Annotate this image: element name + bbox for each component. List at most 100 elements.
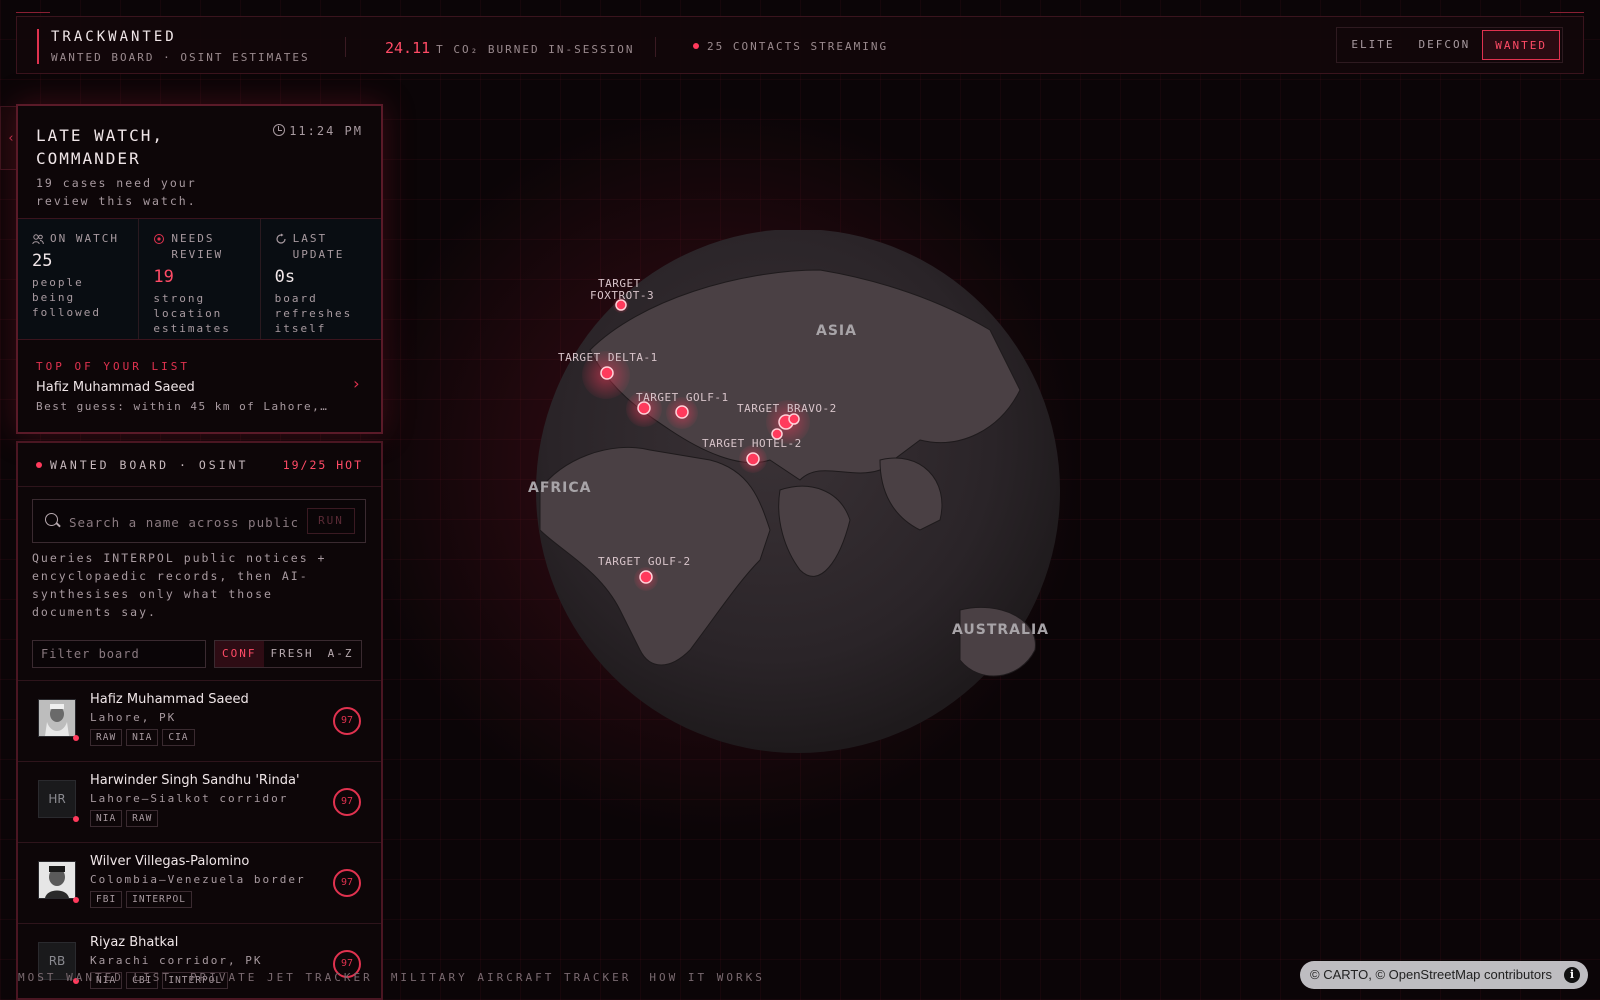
frame-corner <box>1550 12 1584 13</box>
clock-icon <box>273 124 286 136</box>
sort-fresh[interactable]: FRESH <box>264 641 321 667</box>
agency-tags: RAW NIA CIA <box>90 729 195 746</box>
board-header: WANTED BOARD · OSINT 19/25 HOT <box>18 443 381 487</box>
sort-az[interactable]: A-Z <box>321 641 361 667</box>
avatar <box>38 861 76 899</box>
footer-nav: MOST WANTED LIST PRIVATE JET TRACKER MIL… <box>18 971 765 984</box>
footer-link-private-jet[interactable]: PRIVATE JET TRACKER <box>190 971 373 984</box>
filter-input[interactable] <box>32 640 206 668</box>
divider <box>655 37 656 57</box>
stats-row: ON WATCH 25 people being followed NEEDS … <box>18 218 381 340</box>
name-search: RUN <box>32 499 366 543</box>
wanted-list: Hafiz Muhammad Saeed Lahore, PK RAW NIA … <box>18 680 381 998</box>
continent-label-asia: ASIA <box>816 323 857 339</box>
brand[interactable]: TRACKWANTED WANTED BOARD · OSINT ESTIMAT… <box>37 29 310 64</box>
search-input[interactable] <box>69 512 297 532</box>
row-location: Karachi corridor, PK <box>90 954 263 967</box>
status-dot-icon <box>73 816 79 822</box>
chevron-right-icon[interactable]: › <box>351 374 361 393</box>
row-location: Lahore–Sialkot corridor <box>90 792 289 805</box>
divider <box>345 37 346 57</box>
footer-link-military-aircraft[interactable]: MILITARY AIRCRAFT TRACKER <box>391 971 632 984</box>
clock-time: 11:24 PM <box>289 124 363 138</box>
stat-value: 0s <box>274 267 296 287</box>
agency-tag: RAW <box>90 729 123 746</box>
live-dot-icon <box>36 462 42 468</box>
target-label: TARGET HOTEL-2 <box>702 437 802 450</box>
board-title: WANTED BOARD · OSINT <box>36 458 248 472</box>
watch-brief-card: LATE WATCH, COMMANDER 11:24 PM 19 cases … <box>16 104 383 434</box>
footer-link-most-wanted[interactable]: MOST WANTED LIST <box>18 971 172 984</box>
list-item[interactable]: HR Harwinder Singh Sandhu 'Rinda' Lahore… <box>18 762 381 843</box>
stat-desc: strong location estimates <box>153 292 231 335</box>
agency-tag: INTERPOL <box>126 891 192 908</box>
stat-desc: board refreshes itself <box>274 292 353 335</box>
top-of-list-label: TOP OF YOUR LIST <box>36 360 190 373</box>
list-item[interactable]: Wilver Villegas-Palomino Colombia–Venezu… <box>18 843 381 924</box>
map-attribution: © CARTO, © OpenStreetMap contributors i <box>1300 961 1588 989</box>
stat-desc: people being followed <box>32 276 101 319</box>
row-name: Riyaz Bhatkal <box>90 935 179 950</box>
stat-on-watch: ON WATCH 25 people being followed <box>18 219 140 339</box>
mode-switcher: ELITE DEFCON WANTED <box>1336 27 1563 63</box>
avatar <box>38 699 76 737</box>
stat-label: ON WATCH <box>50 232 119 245</box>
streaming-status: 25 CONTACTS STREAMING <box>693 40 888 53</box>
cases-note: 19 cases need your review this watch. <box>36 176 197 208</box>
target-icon <box>154 234 165 244</box>
run-button[interactable]: RUN <box>307 508 355 534</box>
query-note: Queries INTERPOL public notices + encycl… <box>32 551 327 619</box>
row-name: Wilver Villegas-Palomino <box>90 854 250 869</box>
wanted-board-panel: WANTED BOARD · OSINT 19/25 HOT RUN Queri… <box>16 441 383 1000</box>
frame-corner <box>16 12 50 13</box>
status-dot-icon <box>73 897 79 903</box>
co2-counter: 24.11 T CO₂ BURNED IN-SESSION <box>385 39 634 57</box>
row-name: Hafiz Muhammad Saeed <box>90 692 249 707</box>
row-location: Lahore, PK <box>90 711 177 724</box>
co2-value: 24.11 <box>385 39 431 57</box>
mode-elite[interactable]: ELITE <box>1339 30 1406 60</box>
greeting: LATE WATCH, COMMANDER <box>36 126 164 168</box>
target-label: TARGET DELTA-1 <box>558 351 658 364</box>
confidence-score: 97 <box>333 788 361 816</box>
target-label: FOXTROT-3 <box>590 289 654 302</box>
attribution-text[interactable]: © CARTO, © OpenStreetMap contributors <box>1310 967 1552 982</box>
hot-count: 19/25 HOT <box>282 458 363 472</box>
users-icon <box>32 234 44 245</box>
agency-tag: NIA <box>126 729 159 746</box>
stat-last-update: LAST UPDATE 0s board refreshes itself <box>261 219 381 339</box>
agency-tag: CIA <box>162 729 195 746</box>
globe-map[interactable]: ASIA AFRICA AUSTRALIA TARGET FOXTROT-3 T… <box>520 230 1065 770</box>
stat-needs-review: NEEDS REVIEW 19 strong location estimate… <box>139 219 261 339</box>
stat-value: 19 <box>153 267 174 287</box>
portrait-image <box>39 862 75 898</box>
clock: 11:24 PM <box>273 124 363 138</box>
list-item[interactable]: Hafiz Muhammad Saeed Lahore, PK RAW NIA … <box>18 681 381 762</box>
portrait-image <box>39 700 75 736</box>
top-of-list-guess: Best guess: within 45 km of Lahore, PK <box>36 400 332 413</box>
agency-tag: FBI <box>90 891 123 908</box>
brand-title: TRACKWANTED <box>51 29 177 45</box>
agency-tags: NIA RAW <box>90 810 159 827</box>
sort-conf[interactable]: CONF <box>215 641 264 667</box>
top-of-list-name[interactable]: Hafiz Muhammad Saeed <box>36 380 195 395</box>
target-label: TARGET BRAVO-2 <box>737 402 837 415</box>
target-label: TARGET GOLF-2 <box>598 555 691 568</box>
continent-label-africa: AFRICA <box>528 480 592 496</box>
confidence-score: 97 <box>333 707 361 735</box>
confidence-score: 97 <box>333 869 361 897</box>
status-dot-icon <box>73 735 79 741</box>
chevron-left-icon: ‹ <box>7 130 15 146</box>
mode-wanted[interactable]: WANTED <box>1482 30 1560 60</box>
co2-label: T CO₂ BURNED IN-SESSION <box>436 43 635 56</box>
list-item[interactable]: RB Riyaz Bhatkal Karachi corridor, PK NI… <box>18 924 381 998</box>
mode-defcon[interactable]: DEFCON <box>1407 30 1483 60</box>
filter-row: CONF FRESH A-Z <box>32 640 366 668</box>
brand-subtitle: WANTED BOARD · OSINT ESTIMATES <box>51 51 310 64</box>
footer-link-how-it-works[interactable]: HOW IT WORKS <box>649 971 764 984</box>
info-icon[interactable]: i <box>1564 967 1580 983</box>
avatar: HR <box>38 780 76 818</box>
stat-label: NEEDS REVIEW <box>171 232 224 261</box>
stat-value: 25 <box>32 251 53 271</box>
stat-label: LAST UPDATE <box>292 232 345 261</box>
